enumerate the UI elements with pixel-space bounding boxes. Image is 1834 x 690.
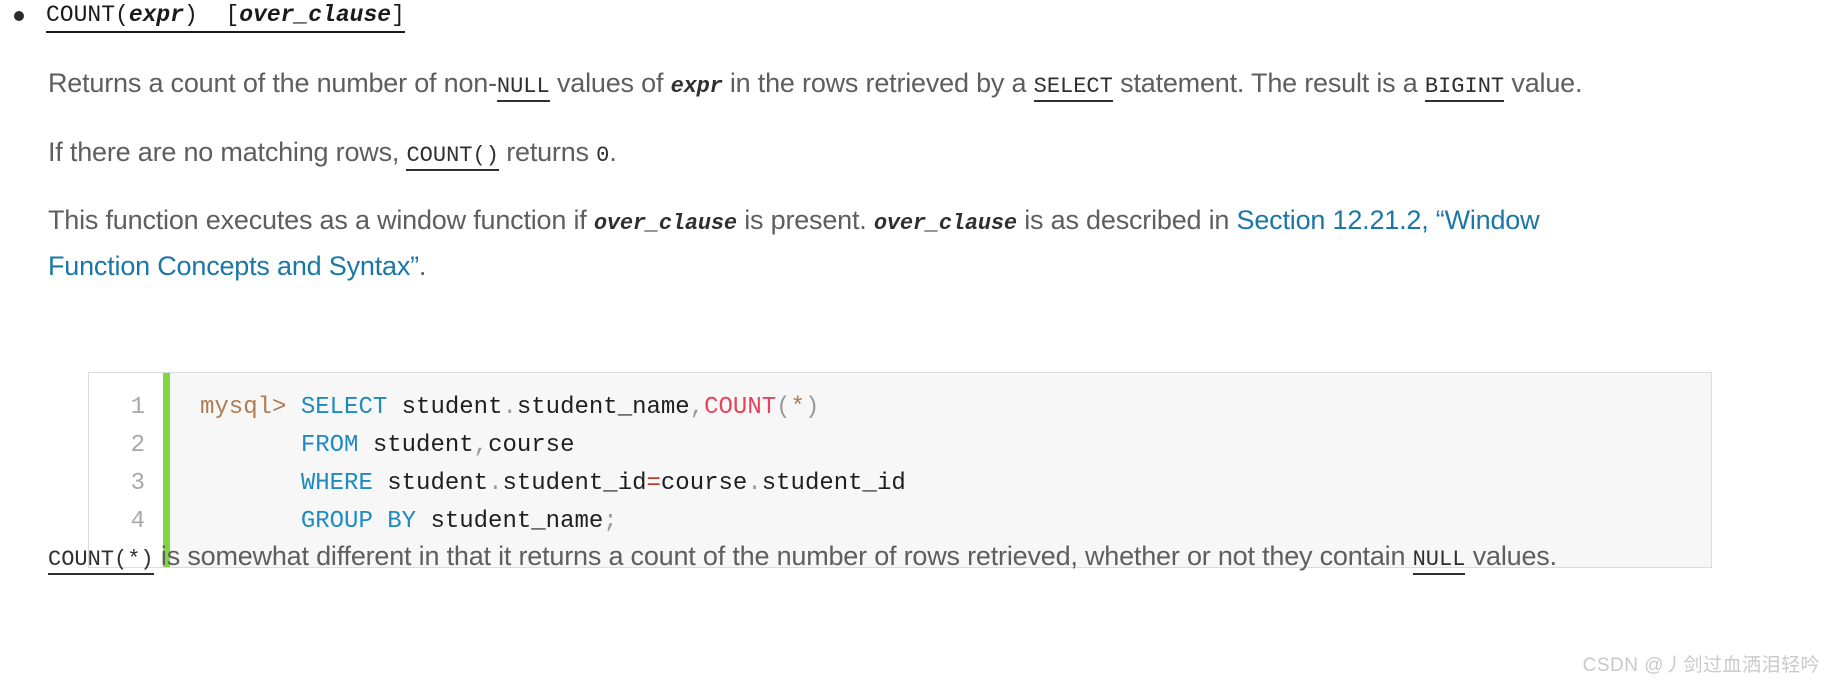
code-token: * — [790, 394, 805, 421]
line-number: 1 — [130, 394, 145, 421]
p2-text-2: returns — [498, 137, 597, 167]
p1-text-1: Returns a count of the number of non- — [48, 68, 497, 98]
p1-text-3: in the rows retrieved by a — [722, 68, 1034, 98]
code-token: . — [488, 470, 503, 497]
p4-text-2: values. — [1465, 541, 1557, 571]
paragraph-returns-count: Returns a count of the number of non-NUL… — [48, 62, 1814, 108]
code-token: student_id — [761, 470, 906, 497]
code-token: student_name — [516, 394, 690, 421]
code-token: GROUP BY — [300, 508, 417, 535]
p1-text-5: value. — [1504, 68, 1583, 98]
p3-text-2: is present. — [736, 205, 874, 235]
p2-code-count: COUNT() — [406, 143, 499, 171]
function-syntax-signature: COUNT(expr) [over_clause] — [46, 0, 405, 33]
code-line: FROM student,course — [200, 427, 1711, 465]
line-number: 3 — [130, 470, 145, 497]
p3-italic-over-clause-1: over_clause — [593, 211, 737, 236]
p1-code-select: SELECT — [1033, 74, 1113, 102]
bullet-point-icon — [14, 11, 24, 21]
code-token: mysql> — [200, 394, 301, 421]
paragraph-count-star: COUNT(*) is somewhat different in that i… — [48, 535, 1814, 581]
p1-italic-expr: expr — [670, 74, 723, 99]
code-line: WHERE student.student_id=course.student_… — [200, 465, 1711, 503]
p3-text-1: This function executes as a window funct… — [48, 205, 594, 235]
p1-text-2: values of — [549, 68, 671, 98]
p3-italic-over-clause-2: over_clause — [873, 211, 1017, 236]
code-token: = — [646, 470, 661, 497]
code-token: . — [747, 470, 762, 497]
p2-text-3: . — [609, 137, 617, 167]
code-token: course — [660, 470, 748, 497]
p1-code-null: NULL — [496, 74, 550, 102]
code-token: , — [473, 432, 489, 459]
code-token: student_id — [502, 470, 647, 497]
code-token: ; — [603, 508, 618, 535]
p2-code-zero: 0 — [596, 143, 610, 168]
p3-text-4: . — [418, 251, 427, 281]
code-token: WHERE — [300, 470, 373, 497]
p4-code-null: NULL — [1412, 547, 1466, 575]
code-token: SELECT — [300, 394, 388, 421]
code-token: student — [387, 394, 503, 421]
code-token: student_name — [416, 508, 604, 535]
code-token: student — [358, 432, 474, 459]
code-line: mysql> SELECT student.student_name,COUNT… — [200, 389, 1711, 427]
p1-code-bigint: BIGINT — [1424, 74, 1505, 102]
p3-text-3: is as described in — [1016, 205, 1237, 235]
p1-text-4: statement. The result is a — [1112, 68, 1425, 98]
code-token: ( — [776, 394, 791, 421]
syntax-arg-expr: expr — [128, 2, 185, 28]
p2-text-1: If there are no matching rows, — [48, 137, 407, 167]
code-token: , — [689, 394, 705, 421]
csdn-watermark: CSDN @丿剑过血洒泪轻吟 — [1582, 655, 1820, 676]
code-token: COUNT — [704, 394, 777, 421]
p4-text-1: is somewhat different in that it returns… — [153, 541, 1413, 571]
paragraph-window-function: This function executes as a window funct… — [48, 199, 1548, 288]
syntax-prefix: COUNT( — [46, 2, 129, 28]
line-number: 2 — [130, 432, 145, 459]
syntax-mid: ) [ — [184, 2, 240, 28]
code-token: ) — [804, 394, 820, 421]
code-token: course — [488, 432, 575, 459]
p4-code-count-star: COUNT(*) — [48, 547, 154, 575]
syntax-suffix: ] — [391, 2, 405, 28]
code-token: . — [502, 394, 517, 421]
syntax-over-clause: over_clause — [239, 2, 392, 28]
paragraph-no-matching-rows: If there are no matching rows, COUNT() r… — [48, 131, 1814, 177]
code-token: FROM — [300, 432, 359, 459]
code-token: student — [372, 470, 489, 497]
syntax-heading-row: COUNT(expr) [over_clause] — [0, 0, 1834, 33]
